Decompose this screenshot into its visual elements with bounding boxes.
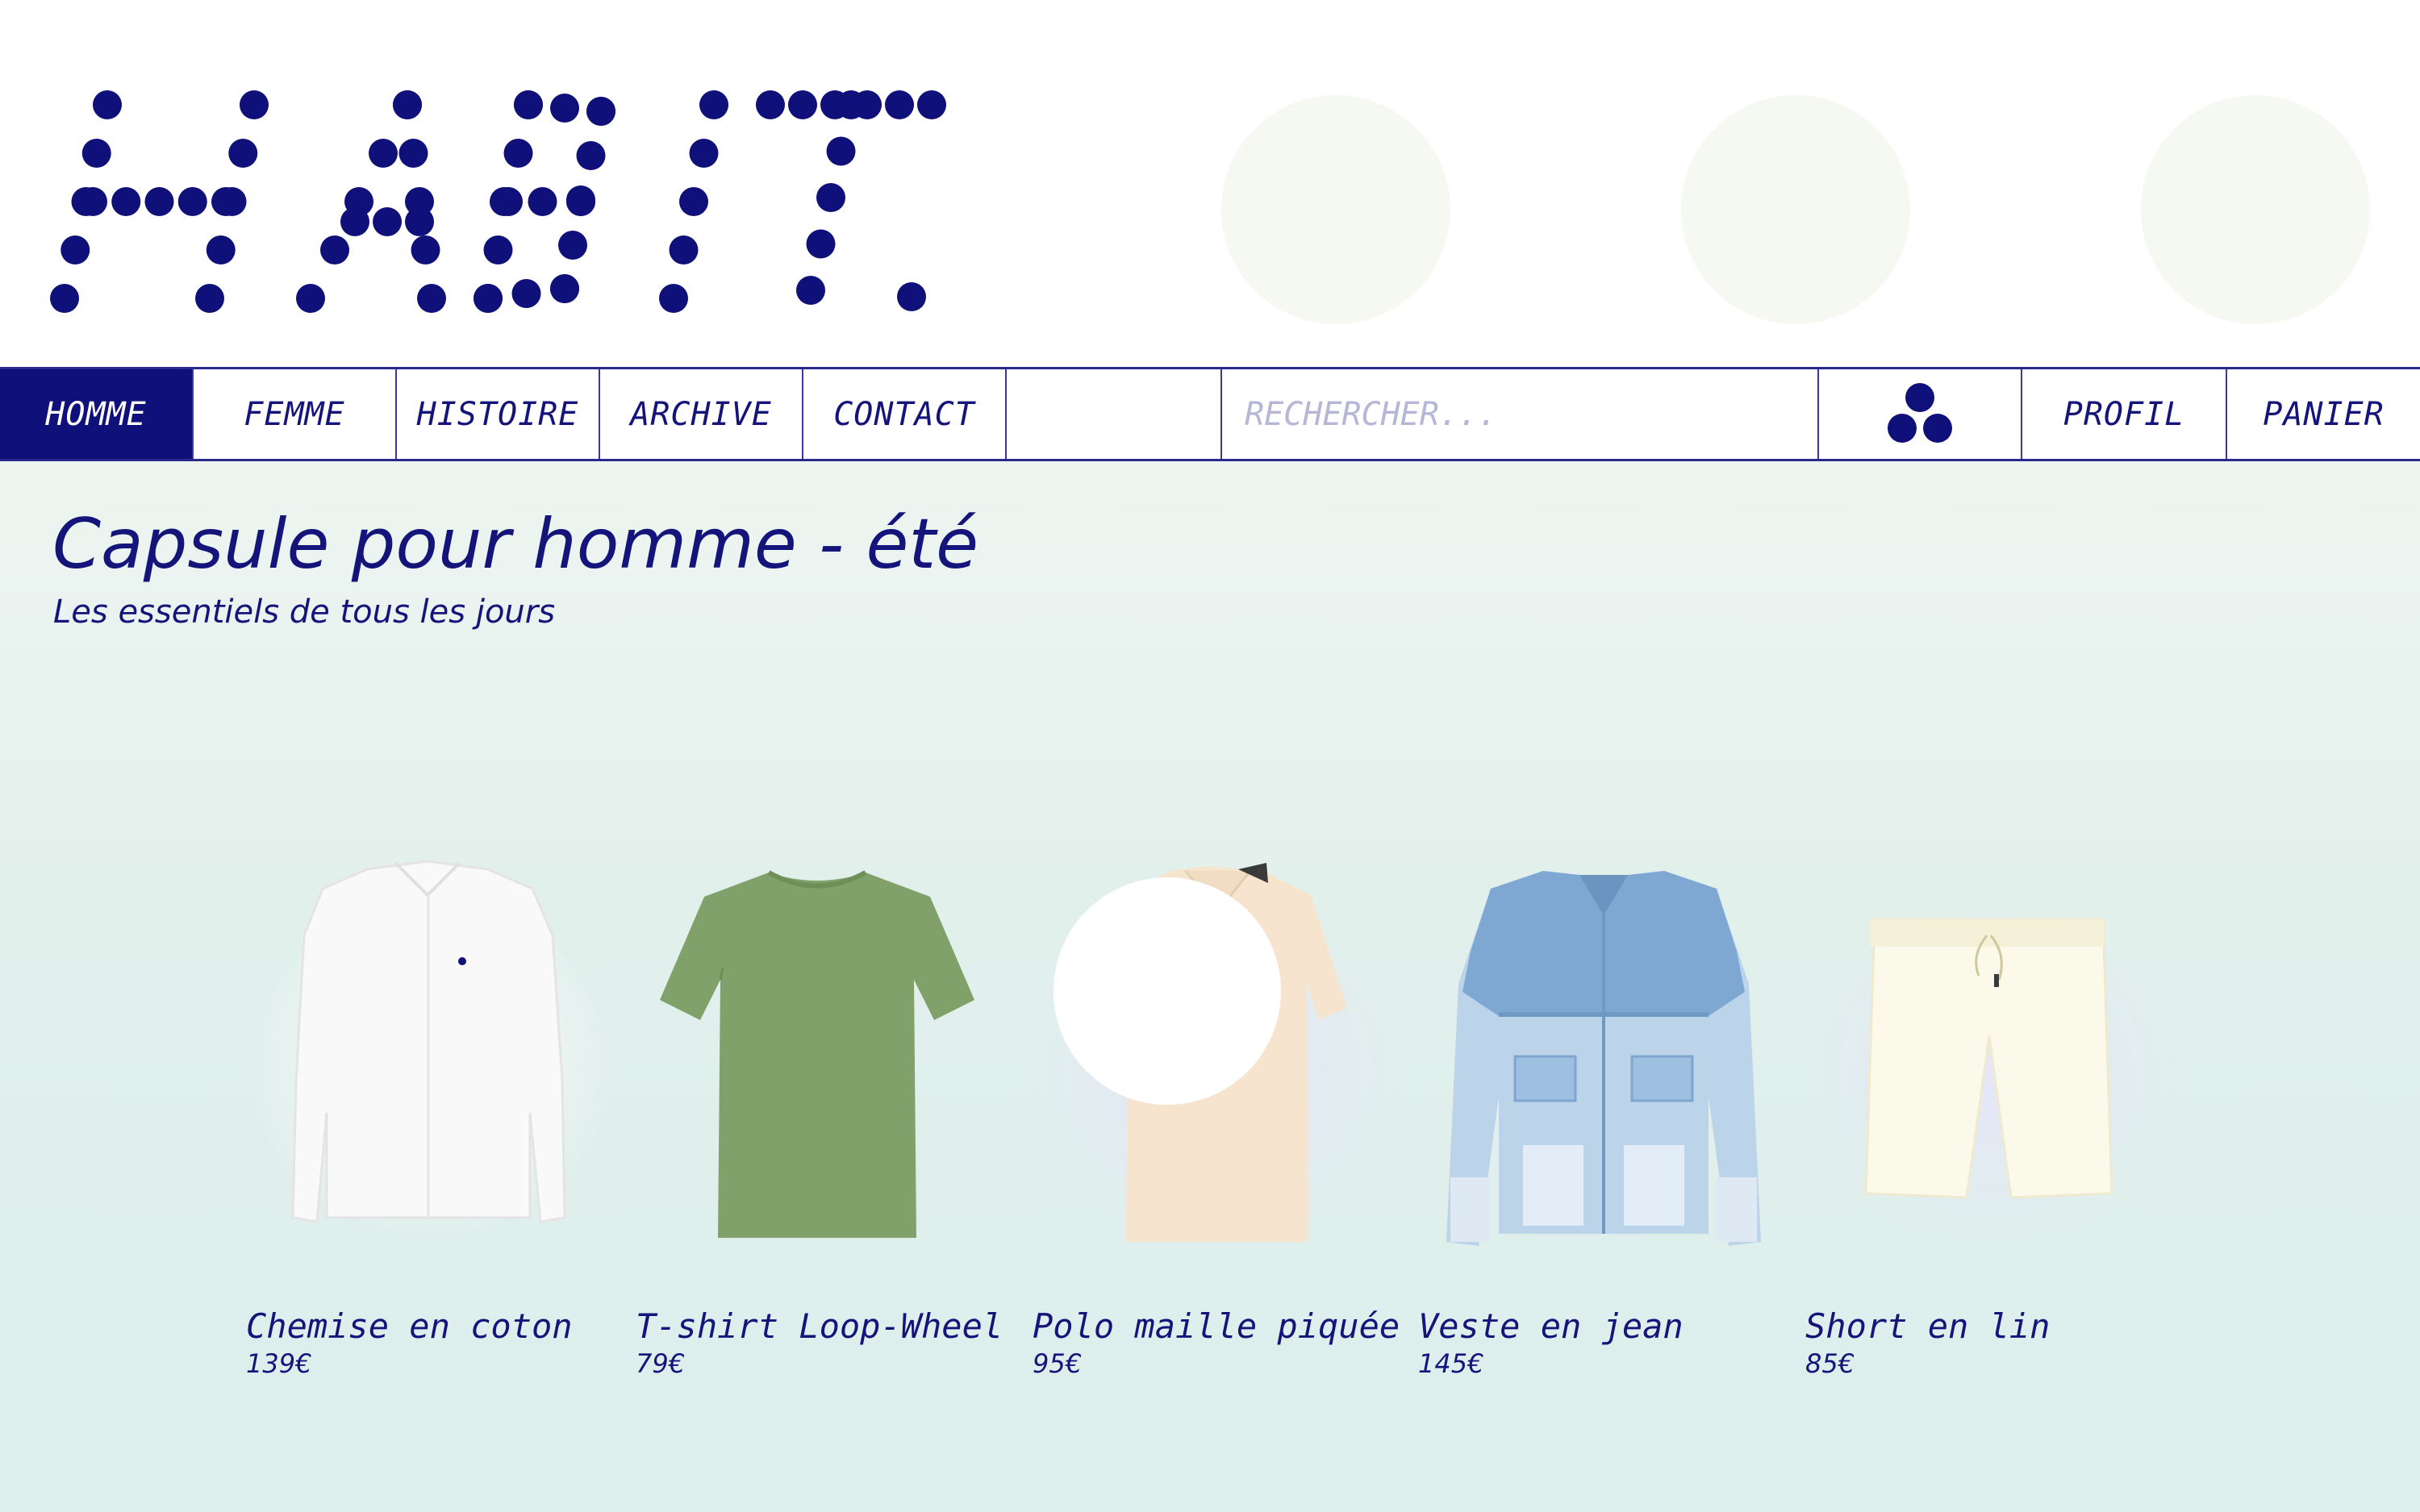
nav-item-homme[interactable]: HOMME	[0, 369, 194, 459]
logo-dot	[528, 187, 557, 216]
denim-jacket-image	[1446, 871, 1761, 1246]
logo-dot	[514, 90, 543, 119]
logo-dot	[576, 141, 606, 170]
logo-dot	[81, 139, 111, 168]
logo-dot	[885, 90, 914, 119]
linen-shorts-image	[1805, 903, 2176, 1242]
product-card[interactable]: Short en lin 85€	[1805, 839, 2176, 1379]
logo-dot	[195, 284, 224, 313]
logo-dot	[689, 139, 719, 168]
logo-dot	[558, 231, 587, 260]
product-card[interactable]: T-shirt Loop-Wheel 79€	[636, 839, 1007, 1379]
logo-dot	[586, 97, 615, 126]
nav-item-histoire[interactable]: HISTOIRE	[397, 369, 600, 459]
logo-dot	[550, 274, 579, 303]
decorative-circle	[1221, 95, 1450, 324]
logo-dot	[93, 90, 122, 119]
product-name[interactable]: Veste en jean	[1418, 1306, 1684, 1346]
logo-dot	[550, 94, 579, 123]
logo-dot	[474, 284, 503, 313]
product-card[interactable]: Chemise en coton 139€	[246, 839, 617, 1379]
logo-dot	[296, 284, 325, 313]
logo-dot	[490, 187, 519, 216]
logo-dot	[816, 183, 845, 212]
logo-dot	[144, 187, 174, 216]
logo-dot	[60, 235, 90, 264]
logo-dot	[211, 187, 240, 216]
product-price: 139€	[246, 1348, 312, 1379]
logo-dot	[503, 139, 533, 168]
logo-dot	[796, 276, 825, 305]
cart-link[interactable]: PANIER	[2227, 369, 2420, 459]
brand-icon-button[interactable]	[1819, 369, 2022, 459]
nav-item-archive[interactable]: ARCHIVE	[600, 369, 803, 459]
logo-dot	[240, 90, 269, 119]
logo-dot	[417, 284, 446, 313]
product-card[interactable]: Veste en jean 145€	[1418, 839, 1789, 1379]
logo-dot	[897, 282, 926, 311]
logo-dot	[511, 279, 541, 308]
decorative-circle	[2141, 95, 2370, 324]
logo-dot	[405, 207, 434, 236]
decorative-white-circle	[1054, 877, 1281, 1105]
product-price: 85€	[1805, 1348, 1855, 1379]
three-dots-logo-icon	[1888, 382, 1952, 443]
logo-dot	[393, 90, 422, 119]
logo-dot	[228, 139, 258, 168]
page-subtitle: Les essentiels de tous les jours	[53, 594, 556, 631]
green-tshirt-image	[660, 870, 974, 1238]
logo-dot	[679, 187, 708, 216]
logo-dot	[756, 90, 785, 119]
logo-dot	[206, 235, 236, 264]
logo-dot	[320, 235, 349, 264]
white-shirt-image	[246, 860, 617, 1242]
nav-item-contact[interactable]: CONTACT	[803, 369, 1007, 459]
logo-dot	[837, 90, 866, 119]
nav-spacer	[1007, 369, 1222, 459]
logo-dot	[917, 90, 946, 119]
product-price: 95€	[1033, 1348, 1083, 1379]
logo-dot	[826, 136, 856, 166]
page-title: Capsule pour homme - été	[52, 504, 979, 585]
logo-dot	[398, 139, 428, 168]
decorative-circle	[1681, 95, 1910, 324]
logo-dot	[788, 90, 817, 119]
logo-dot	[806, 229, 836, 259]
nav-item-femme[interactable]: FEMME	[194, 369, 397, 459]
logo-dot	[566, 187, 595, 216]
logo-dot	[699, 90, 728, 119]
logo-dots	[50, 90, 946, 313]
logo-dot	[78, 187, 107, 216]
product-name[interactable]: Polo maille piquée	[1033, 1306, 1400, 1346]
product-name[interactable]: Chemise en coton	[246, 1306, 573, 1346]
page: HOMME FEMME HISTOIRE ARCHIVE CONTACT PRO…	[0, 0, 2420, 1512]
header	[0, 0, 2420, 367]
main-navigation: HOMME FEMME HISTOIRE ARCHIVE CONTACT PRO…	[0, 367, 2420, 461]
logo-dot	[177, 187, 207, 216]
logo-dot	[111, 187, 141, 216]
product-name[interactable]: Short en lin	[1805, 1306, 2050, 1346]
logo-dot	[373, 207, 402, 236]
habit-logo[interactable]	[44, 81, 956, 331]
logo-dot	[411, 235, 440, 264]
product-price: 79€	[636, 1348, 686, 1379]
logo-dot	[669, 235, 699, 264]
product-price: 145€	[1418, 1348, 1484, 1379]
logo-dot	[50, 284, 79, 313]
logo-dot	[659, 284, 688, 313]
product-name[interactable]: T-shirt Loop-Wheel	[636, 1306, 1003, 1346]
search-input[interactable]	[1222, 369, 1819, 459]
logo-dot	[369, 139, 398, 168]
logo-dot	[340, 207, 369, 236]
profile-link[interactable]: PROFIL	[2022, 369, 2227, 459]
logo-dot	[483, 235, 513, 264]
